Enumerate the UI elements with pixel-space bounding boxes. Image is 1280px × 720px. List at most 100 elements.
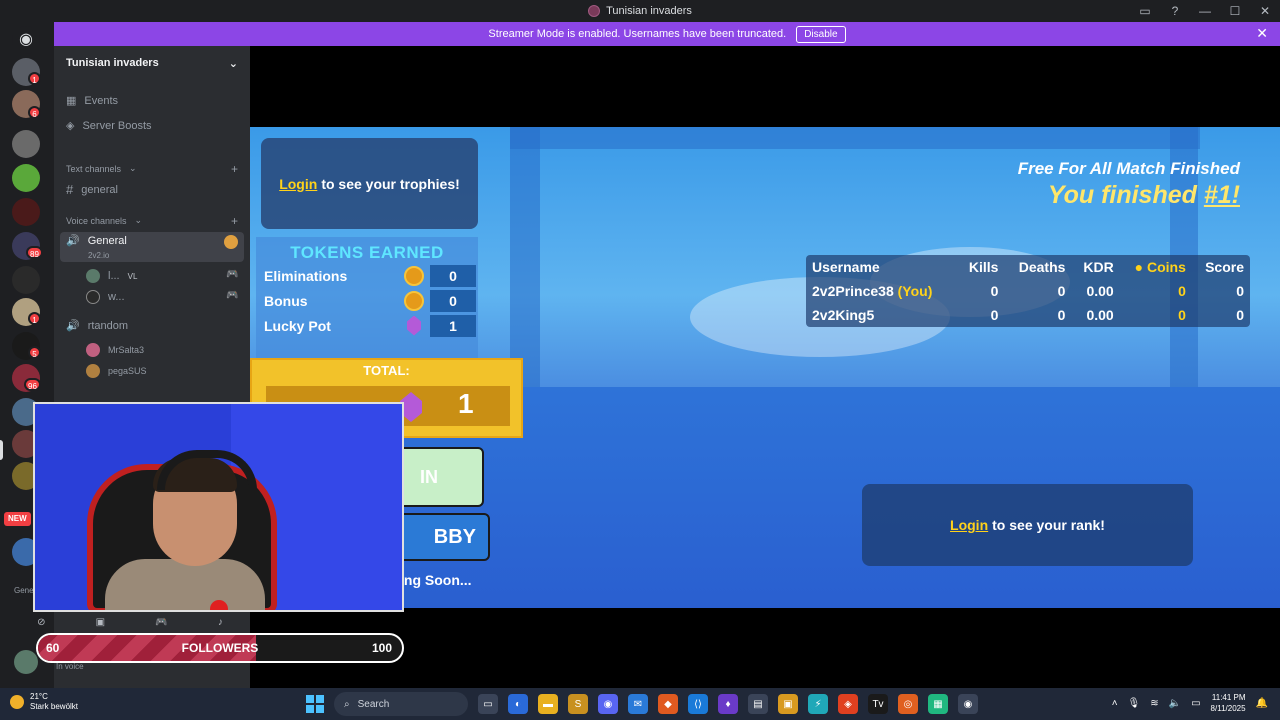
- player-kdr: 0.00: [1086, 307, 1114, 323]
- sublime-icon[interactable]: S: [568, 694, 588, 714]
- window-title-text: Tunisian invaders: [606, 5, 692, 17]
- camera-off-icon[interactable]: ⊘: [37, 617, 45, 628]
- server-badge-1: 1: [28, 72, 41, 85]
- chevron-down-icon: ⌄: [228, 57, 238, 70]
- app-icon-orange[interactable]: ◆: [658, 694, 678, 714]
- app-icon-teal[interactable]: ⚡: [808, 694, 828, 714]
- battery-icon[interactable]: ▭: [1191, 698, 1200, 709]
- app-icon-green[interactable]: ▦: [928, 694, 948, 714]
- weather-desc: Stark bewölkt: [30, 702, 79, 711]
- new-badge: NEW: [4, 512, 31, 526]
- close-banner-icon[interactable]: ✕: [1256, 25, 1268, 42]
- maximize-button[interactable]: ☐: [1220, 0, 1250, 22]
- discord-home-icon[interactable]: ◉: [12, 26, 40, 54]
- player-score: 0: [1236, 307, 1244, 323]
- voice-user-4-name: pegaSUS: [108, 366, 147, 376]
- weather-widget[interactable]: 21°C Stark bewölkt: [10, 692, 78, 712]
- tradingview-icon[interactable]: Tv: [868, 694, 888, 714]
- token-value: 0: [430, 289, 476, 312]
- voice-user-4[interactable]: pegaSUS: [86, 364, 147, 378]
- gamepad-icon: 🎮: [226, 290, 239, 301]
- gem-icon: [407, 315, 421, 336]
- clock-date: 8/11/2025: [1210, 704, 1246, 713]
- token-row-bonus: Bonus 0: [256, 288, 478, 313]
- rank-login-link[interactable]: Login: [950, 517, 988, 533]
- col-kills: Kills: [968, 259, 999, 275]
- server-icon-4[interactable]: [12, 164, 40, 192]
- text-channels-category[interactable]: Text channels ⌄: [66, 163, 137, 174]
- app-icon-purple[interactable]: ♦: [718, 694, 738, 714]
- server-header[interactable]: Tunisian invaders ⌄: [54, 46, 250, 80]
- volume-icon[interactable]: 🔈: [1169, 698, 1181, 709]
- beam: [510, 127, 1200, 149]
- help-icon[interactable]: ?: [1160, 0, 1190, 22]
- player-kills: 0: [990, 307, 999, 323]
- game-scene[interactable]: Login to see your trophies! TOKENS EARNE…: [250, 127, 1280, 608]
- task-view-icon[interactable]: ▭: [478, 694, 498, 714]
- add-voice-channel-icon[interactable]: +: [231, 214, 238, 228]
- screen-share-icon[interactable]: ▣: [96, 617, 105, 628]
- voice-channel-rtandom[interactable]: 🔊 rtandom: [66, 319, 128, 333]
- inbox-icon[interactable]: ▭: [1130, 0, 1160, 22]
- voice-channels-label: Voice channels: [66, 215, 127, 226]
- firefox-icon[interactable]: ◎: [898, 694, 918, 714]
- player-name: 2v2King5: [806, 303, 957, 327]
- channel-general-label: general: [81, 183, 118, 196]
- app-icon-yellow[interactable]: ▣: [778, 694, 798, 714]
- messenger-icon[interactable]: ✉: [628, 694, 648, 714]
- voice-user-3[interactable]: MrSalta3: [86, 343, 144, 357]
- wifi-icon[interactable]: ≋: [1150, 698, 1158, 709]
- coin-icon: [404, 290, 424, 311]
- mic-icon[interactable]: 🎙: [1128, 698, 1141, 709]
- match-finish-line: You finished #1!: [1018, 181, 1240, 210]
- player-deaths: 0: [1057, 283, 1066, 299]
- brave-icon[interactable]: ◈: [838, 694, 858, 714]
- voice-user-2[interactable]: w...: [86, 290, 125, 304]
- file-explorer-icon[interactable]: ▬: [538, 694, 558, 714]
- clock[interactable]: 11:41 PM 8/11/2025: [1211, 692, 1246, 714]
- avatar: [86, 364, 100, 378]
- title-bar: Tunisian invaders ▭ ? — ☐ ✕: [0, 0, 1280, 22]
- chevron-up-icon[interactable]: ˄: [1112, 698, 1118, 709]
- search-icon: ⌕: [344, 698, 350, 710]
- windows-start-icon[interactable]: [306, 695, 324, 713]
- server-icon-7[interactable]: [12, 266, 40, 294]
- events-item[interactable]: ▦ Events: [66, 94, 119, 108]
- discord-taskbar-icon[interactable]: ◉: [598, 694, 618, 714]
- voice-user-1[interactable]: l... VL: [86, 269, 137, 283]
- close-window-button[interactable]: ✕: [1250, 0, 1280, 22]
- server-icon-3[interactable]: [12, 130, 40, 158]
- events-label: Events: [84, 94, 119, 107]
- voice-controls: ⊘ ▣ 🎮 ♪: [12, 612, 248, 632]
- taskbar-search[interactable]: ⌕ Search: [334, 692, 468, 716]
- disable-streamer-button[interactable]: Disable: [796, 25, 846, 43]
- login-button[interactable]: IN: [390, 447, 484, 507]
- weather-temp: 21°C: [30, 692, 48, 701]
- soundboard-icon[interactable]: ♪: [218, 617, 223, 628]
- activity-icon[interactable]: 🎮: [155, 617, 167, 628]
- avatar[interactable]: [14, 650, 38, 674]
- trophies-login-link[interactable]: Login: [279, 176, 317, 192]
- server-boosts-item[interactable]: ◈ Server Boosts: [66, 119, 152, 133]
- obs-icon[interactable]: ◉: [958, 694, 978, 714]
- vscode-icon[interactable]: ⟨⟩: [688, 694, 708, 714]
- activity-avatar: [224, 235, 238, 249]
- app-icon-gray[interactable]: ▤: [748, 694, 768, 714]
- copilot-icon[interactable]: ◐: [508, 694, 528, 714]
- avatar: [86, 269, 100, 283]
- voice-channels-category[interactable]: Voice channels ⌄: [66, 215, 142, 226]
- add-text-channel-icon[interactable]: +: [231, 162, 238, 176]
- scoreboard-table: Username Kills Deaths KDR ● Coins Score …: [806, 255, 1250, 327]
- stream-view[interactable]: Login to see your trophies! TOKENS EARNE…: [250, 46, 1280, 688]
- player-name-text: 2v2Prince38: [812, 283, 894, 299]
- col-kdr: KDR: [1083, 259, 1114, 275]
- lobby-button[interactable]: BBY: [390, 513, 490, 561]
- match-title: Free For All Match Finished: [1017, 159, 1240, 178]
- voice-channel-general[interactable]: 🔊 General: [66, 234, 127, 248]
- col-coins: ● Coins: [1120, 255, 1192, 279]
- search-placeholder: Search: [357, 698, 390, 710]
- minimize-button[interactable]: —: [1190, 0, 1220, 22]
- server-icon-5[interactable]: [12, 198, 40, 226]
- channel-general[interactable]: # general: [66, 182, 118, 197]
- notification-icon[interactable]: 🔔: [1256, 698, 1268, 709]
